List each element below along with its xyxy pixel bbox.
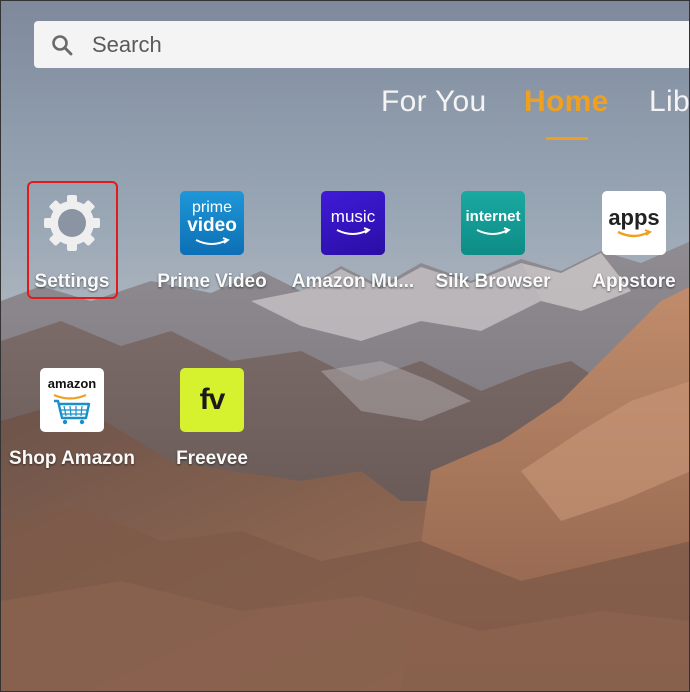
tile-text: prime bbox=[191, 198, 232, 216]
search-bar[interactable] bbox=[34, 21, 689, 68]
smile-arrow-icon bbox=[195, 236, 230, 245]
appstore-icon: apps bbox=[602, 191, 666, 255]
app-label: Amazon Mu... bbox=[291, 271, 415, 292]
tile-text: internet bbox=[465, 208, 521, 225]
home-screen: For You Home Lib Settings bbox=[0, 0, 690, 692]
prime-video-icon: prime video bbox=[180, 191, 244, 255]
app-label: Prime Video bbox=[157, 271, 267, 292]
tab-home[interactable]: Home bbox=[524, 85, 609, 119]
freevee-icon: fv bbox=[180, 368, 244, 432]
smile-arrow-icon bbox=[476, 227, 511, 235]
active-tab-indicator bbox=[546, 137, 588, 140]
tab-library[interactable]: Lib bbox=[649, 85, 689, 119]
app-silk-browser[interactable]: internet Silk Browser bbox=[423, 191, 563, 293]
tab-for-you[interactable]: For You bbox=[381, 85, 487, 119]
tile-text: fv bbox=[199, 383, 226, 416]
tile-text: apps bbox=[608, 204, 660, 230]
app-amazon-music[interactable]: music Amazon Mu... bbox=[283, 191, 423, 293]
app-label: Silk Browser bbox=[435, 271, 551, 292]
tile-text: video bbox=[187, 214, 237, 236]
smile-arrow-icon bbox=[617, 228, 653, 237]
app-prime-video[interactable]: prime video Prime Video bbox=[142, 191, 282, 293]
silk-browser-icon: internet bbox=[461, 191, 525, 255]
app-freevee[interactable]: fv Freevee bbox=[142, 368, 282, 470]
tile-text: amazon bbox=[47, 376, 97, 391]
tile-text: music bbox=[330, 207, 376, 226]
search-input[interactable] bbox=[90, 30, 689, 59]
tab-bar: For You Home Lib bbox=[1, 85, 689, 145]
amazon-music-icon: music bbox=[321, 191, 385, 255]
search-icon bbox=[52, 34, 73, 55]
app-shop-amazon[interactable]: amazon Shop Amazon bbox=[2, 368, 142, 470]
shop-amazon-icon: amazon bbox=[40, 368, 104, 432]
cart-icon bbox=[53, 393, 91, 425]
app-label: Shop Amazon bbox=[9, 448, 135, 469]
app-label: Freevee bbox=[176, 448, 248, 469]
app-label: Appstore bbox=[592, 271, 676, 292]
smile-arrow-icon bbox=[336, 227, 371, 235]
settings-highlight-box bbox=[27, 181, 118, 299]
app-appstore[interactable]: apps Appstore bbox=[564, 191, 689, 293]
